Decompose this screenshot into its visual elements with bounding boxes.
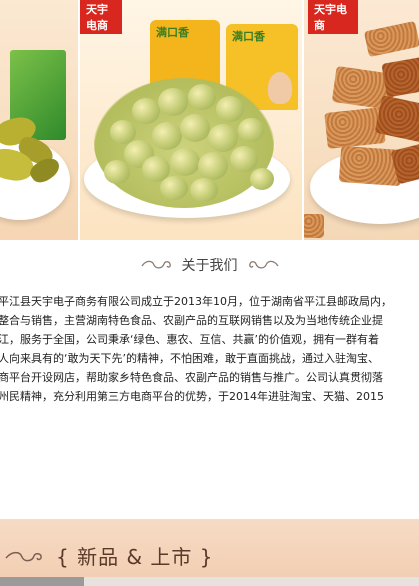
swirl-ornament-left-icon xyxy=(5,551,42,562)
green-pea xyxy=(198,152,228,180)
brand-tag: 天宇电商 xyxy=(80,0,122,34)
about-text-line: 平江县天宇电子商务有限公司成立于2013年10月，位于湖南省平江县邮政局内， xyxy=(0,295,392,308)
green-pea xyxy=(160,176,188,200)
about-text-line: 商平台开设网店，帮助家乡特色食品、农副产品的销售与推广。公司认真贯彻落 xyxy=(0,371,383,384)
carousel-slide-rice-candy[interactable]: 天宇电商 xyxy=(304,0,419,240)
new-products-banner: { 新品 & 上市 } xyxy=(0,519,419,586)
brand-tag: 天宇电商 xyxy=(308,0,358,34)
product-carousel[interactable]: 天宇电商 满口香 满口香 天宇电商 xyxy=(0,0,419,240)
green-pea xyxy=(152,122,182,150)
rice-candy-piece xyxy=(363,20,419,58)
rice-candy-piece xyxy=(304,214,324,238)
green-pea xyxy=(158,88,188,116)
text-fade-overlay xyxy=(0,400,419,414)
about-us-title: 关于我们 xyxy=(181,258,238,274)
green-pea xyxy=(132,98,160,124)
horizontal-scrollbar[interactable] xyxy=(0,577,419,586)
about-us-description: 平江县天宇电子商务有限公司成立于2013年10月，位于湖南省平江县邮政局内， 整… xyxy=(0,292,419,432)
rice-candy-piece xyxy=(381,56,419,98)
about-text-line: 人向来具有的‘敢为天下先’的精神，不怕困难，敢于直面挑战，通过入驻淘宝、 xyxy=(0,352,379,365)
green-pea xyxy=(216,96,244,122)
green-pea xyxy=(104,160,130,184)
green-pea xyxy=(180,114,210,142)
carousel-slide-pickles[interactable] xyxy=(0,0,78,240)
bag-brand-label: 满口香 xyxy=(156,26,189,39)
green-pea xyxy=(208,124,238,152)
green-pea xyxy=(170,148,200,176)
green-pea xyxy=(190,178,218,202)
swirl-ornament-right-icon xyxy=(248,260,279,269)
about-text-line: 整合与销售，主营湖南特色食品、农副产品的互联网销售以及为当地传统企业提 xyxy=(0,314,383,327)
swirl-ornament-left-icon xyxy=(140,260,171,269)
green-pea xyxy=(250,168,274,190)
carousel-slide-green-peas[interactable]: 天宇电商 满口香 满口香 xyxy=(80,0,302,240)
about-text-line: 江，服务于全国，公司秉承‘绿色、惠农、互信、共赢’的价值观，拥有一群有着 xyxy=(0,333,379,346)
bag-brand-label: 满口香 xyxy=(232,30,265,43)
green-pea xyxy=(238,118,264,142)
new-products-title: { 新品 & 上市 } xyxy=(56,545,214,569)
scrollbar-thumb[interactable] xyxy=(0,577,84,586)
green-pea xyxy=(230,146,258,172)
green-pea xyxy=(188,84,216,110)
spokesperson-image xyxy=(268,72,292,104)
about-us-heading: 关于我们 xyxy=(0,250,419,280)
